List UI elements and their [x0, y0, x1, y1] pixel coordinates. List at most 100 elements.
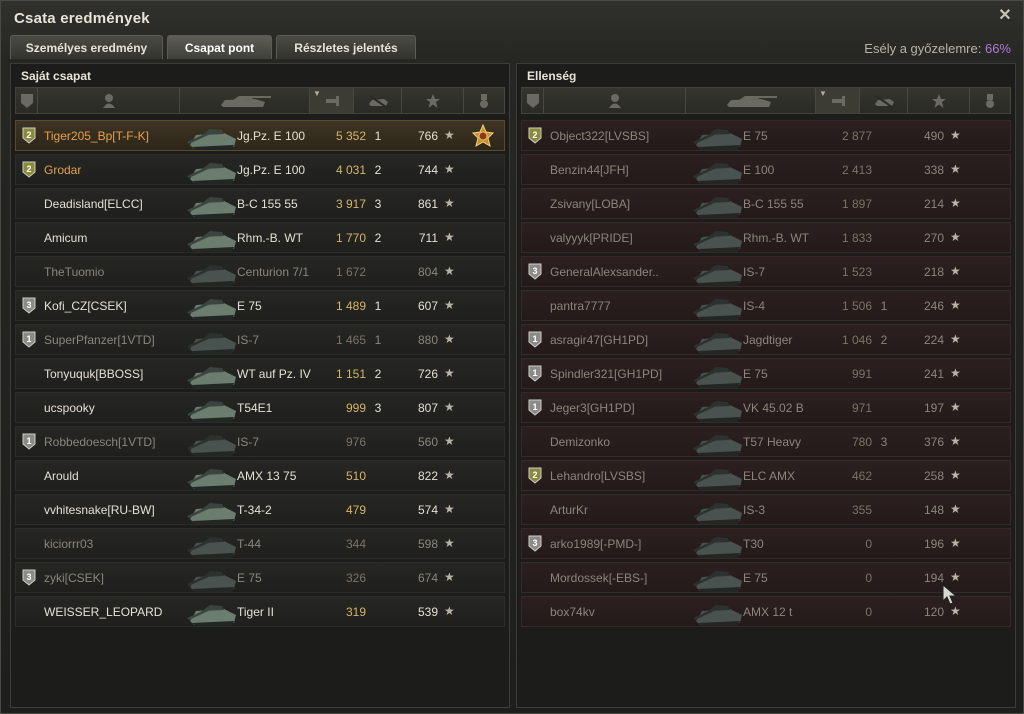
medal-icon[interactable] — [471, 123, 495, 148]
tank-icon — [690, 123, 748, 151]
own-team-title: Saját csapat — [21, 69, 92, 83]
tab-personal-result[interactable]: Személyes eredmény — [10, 35, 163, 59]
player-row[interactable]: WEISSER_LEOPARD Tiger II 319 539 ★ — [15, 596, 505, 627]
player-row[interactable]: Demizonko T57 Heavy 780 3 376 ★ — [521, 426, 1011, 457]
tank-icon — [690, 327, 748, 355]
player-row[interactable]: 2 Grodar Jg.Pz. E 100 4 031 2 744 ★ — [15, 154, 505, 185]
tank-icon — [184, 395, 242, 423]
xp-value: 196 — [923, 537, 944, 551]
damage-column-icon — [831, 95, 845, 106]
damage-value: 1 506 — [841, 299, 872, 313]
tank-icon — [690, 259, 748, 287]
player-row[interactable]: 2 Object322[LVSBS] E 75 2 877 490 ★ — [521, 120, 1011, 151]
xp-star-icon: ★ — [444, 332, 455, 346]
xp-star-icon: ★ — [950, 570, 961, 584]
damage-value: 1 465 — [335, 333, 366, 347]
column-header-damage[interactable]: ▼ — [816, 88, 860, 113]
mastery-badge-icon: 3 — [22, 297, 36, 314]
svg-text:1: 1 — [532, 402, 537, 412]
column-header-kills[interactable] — [354, 88, 402, 113]
tank-icon — [690, 599, 748, 627]
column-header-xp[interactable] — [402, 88, 464, 113]
win-chance-value: 66% — [984, 41, 1011, 56]
kills-value: 2 — [374, 231, 382, 245]
column-header-kills[interactable] — [860, 88, 908, 113]
player-row[interactable]: Arould AMX 13 75 510 822 ★ — [15, 460, 505, 491]
player-row[interactable]: 3 zyki[CSEK] E 75 326 674 ★ — [15, 562, 505, 593]
xp-value: 861 — [417, 197, 438, 211]
damage-value: 479 — [345, 503, 366, 517]
player-row[interactable]: 1 Robbedoesch[1VTD] IS-7 976 560 ★ — [15, 426, 505, 457]
xp-star-icon: ★ — [950, 536, 961, 550]
title-bar[interactable]: Csata eredmények ✕ — [1, 1, 1023, 35]
column-header-badge[interactable] — [522, 88, 544, 113]
column-header-player[interactable] — [544, 88, 686, 113]
tank-icon — [184, 293, 242, 321]
column-header-medal[interactable] — [970, 88, 1011, 113]
tank-icon — [690, 157, 748, 185]
xp-value: 598 — [417, 537, 438, 551]
player-row[interactable]: 1 asragir47[GH1PD] Jagdtiger 1 046 2 224 ★ — [521, 324, 1011, 355]
player-row[interactable]: valyyyk[PRIDE] Rhm.-B. WT 1 833 270 ★ — [521, 222, 1011, 253]
damage-value: 319 — [345, 605, 366, 619]
xp-star-icon: ★ — [444, 502, 455, 516]
player-row[interactable]: 2 Lehandro[LVSBS] ELC AMX 462 258 ★ — [521, 460, 1011, 491]
player-row[interactable]: 3 Kofi_CZ[CSEK] E 75 1 489 1 607 ★ — [15, 290, 505, 321]
mastery-badge-icon: 2 — [528, 127, 542, 144]
player-row[interactable]: box74kv AMX 12 t 0 120 ★ — [521, 596, 1011, 627]
player-row[interactable]: 1 SuperPfanzer[1VTD] IS-7 1 465 1 880 ★ — [15, 324, 505, 355]
player-row[interactable]: Mordossek[-EBS-] E 75 0 194 ★ — [521, 562, 1011, 593]
player-row[interactable]: 1 Jeger3[GH1PD] VK 45.02 B 971 197 ★ — [521, 392, 1011, 423]
player-row[interactable]: Zsivany[LOBA] B-C 155 55 1 897 214 ★ — [521, 188, 1011, 219]
tank-icon — [184, 565, 242, 593]
damage-value: 1 523 — [841, 265, 872, 279]
player-row[interactable]: ArturKr IS-3 355 148 ★ — [521, 494, 1011, 525]
column-header-player[interactable] — [38, 88, 180, 113]
column-header-medal[interactable] — [464, 88, 505, 113]
player-row[interactable]: 2 Tiger205_Bp[T-F-K] Jg.Pz. E 100 5 352 1 766… — [15, 120, 505, 151]
kills-value: 2 — [374, 163, 382, 177]
player-row[interactable]: kiciorrr03 T-44 344 598 ★ — [15, 528, 505, 559]
tank-icon — [690, 565, 748, 593]
xp-value: 338 — [923, 163, 944, 177]
tank-icon — [184, 463, 242, 491]
column-header-tank[interactable] — [686, 88, 816, 113]
player-row[interactable]: 1 Spindler321[GH1PD] E 75 991 241 ★ — [521, 358, 1011, 389]
tank-icon — [184, 191, 242, 219]
player-name: asragir47[GH1PD] — [550, 333, 649, 347]
tank-icon — [184, 497, 242, 525]
xp-column-icon — [931, 93, 946, 108]
xp-star-icon: ★ — [950, 332, 961, 346]
player-name: kiciorrr03 — [44, 537, 94, 551]
xp-star-icon: ★ — [950, 468, 961, 482]
vehicle-name: AMX 13 75 — [237, 469, 297, 483]
vehicle-name: IS-7 — [237, 435, 260, 449]
player-row[interactable]: 3 GeneralAlexsander.. IS-7 1 523 218 ★ — [521, 256, 1011, 287]
tab-detailed-report[interactable]: Részletes jelentés — [276, 35, 416, 59]
player-row[interactable]: Benzin44[JFH] E 100 2 413 338 ★ — [521, 154, 1011, 185]
player-name: Zsivany[LOBA] — [550, 197, 631, 211]
close-icon[interactable]: ✕ — [997, 8, 1013, 24]
column-header-damage[interactable]: ▼ — [310, 88, 354, 113]
player-row[interactable]: vvhitesnake[RU-BW] T-34-2 479 574 ★ — [15, 494, 505, 525]
player-row[interactable]: pantra7777 IS-4 1 506 1 246 ★ — [521, 290, 1011, 321]
column-header-badge[interactable] — [16, 88, 38, 113]
column-header-tank[interactable] — [180, 88, 310, 113]
xp-value: 807 — [417, 401, 438, 415]
xp-star-icon: ★ — [444, 468, 455, 482]
player-row[interactable]: Amicum Rhm.-B. WT 1 770 2 711 ★ — [15, 222, 505, 253]
player-row[interactable]: ucspooky T54E1 999 3 807 ★ — [15, 392, 505, 423]
player-row[interactable]: Deadisland[ELCC] B-C 155 55 3 917 3 861 ★ — [15, 188, 505, 219]
player-name: Benzin44[JFH] — [550, 163, 629, 177]
player-row[interactable]: 3 arko1989[-PMD-] T30 0 196 ★ — [521, 528, 1011, 559]
player-row[interactable]: TheTuomio Centurion 7/1 1 672 804 ★ — [15, 256, 505, 287]
tab-team-score[interactable]: Csapat pont — [167, 35, 272, 59]
kills-value: 3 — [374, 197, 382, 211]
player-row[interactable]: Tonyuquk[BBOSS] WT auf Pz. IV 1 151 2 726 ★ — [15, 358, 505, 389]
xp-value: 148 — [923, 503, 944, 517]
tank-column-icon — [220, 95, 271, 107]
player-name: valyyyk[PRIDE] — [550, 231, 633, 245]
player-name: Object322[LVSBS] — [550, 129, 650, 143]
column-header-xp[interactable] — [908, 88, 970, 113]
player-name: arko1989[-PMD-] — [550, 537, 642, 551]
